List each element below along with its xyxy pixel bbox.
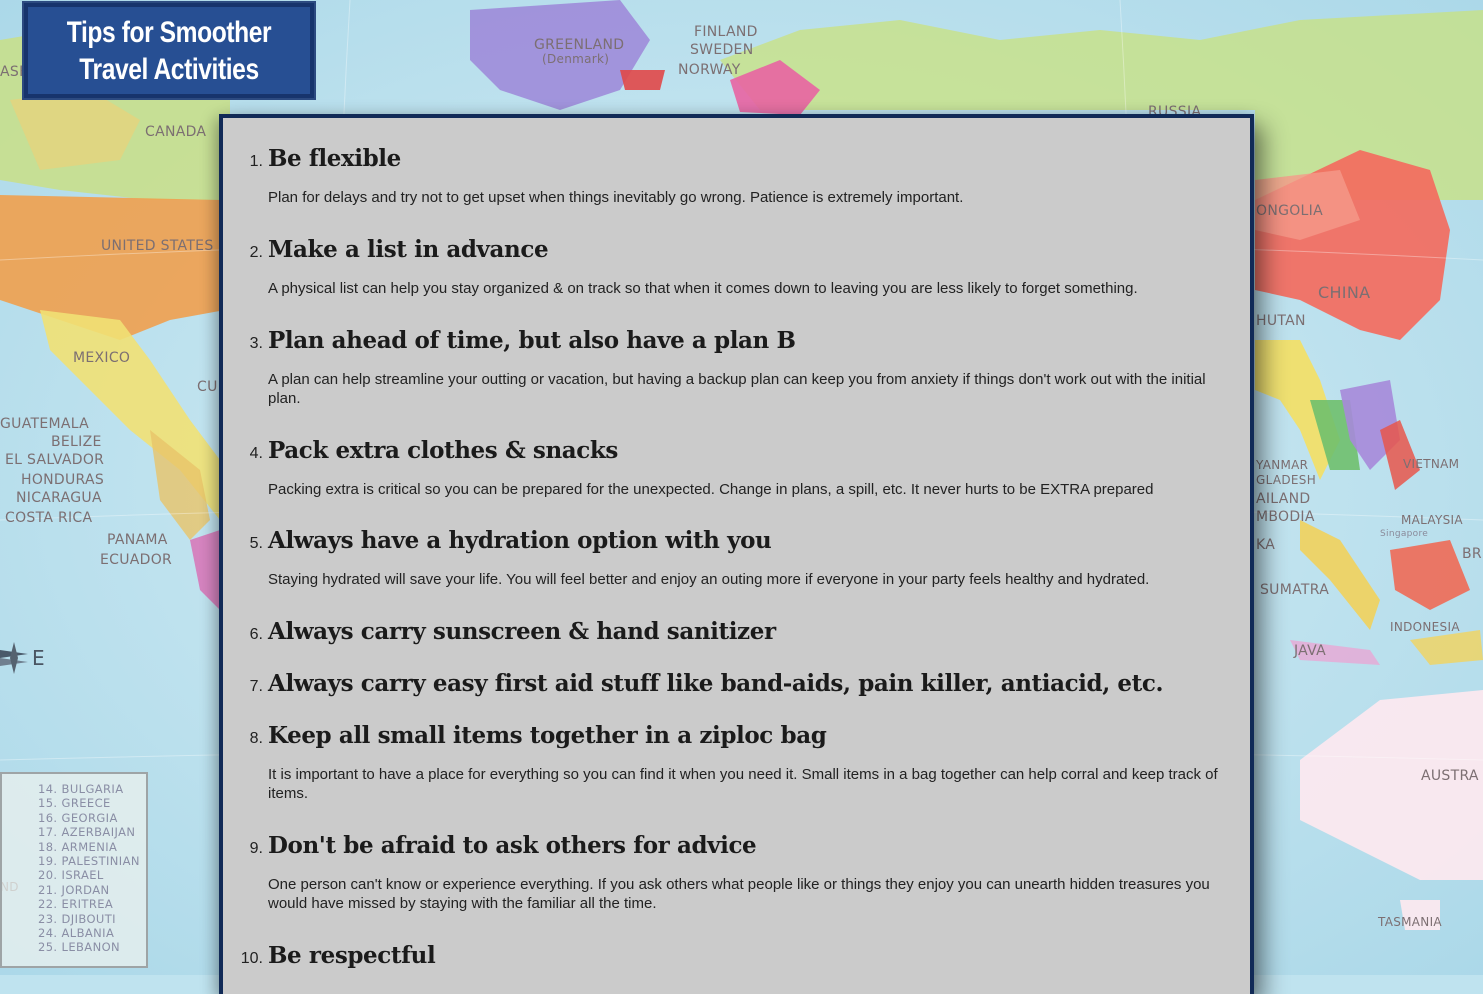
tip-number: 4. bbox=[249, 445, 263, 462]
map-label-norway: NORWAY bbox=[678, 62, 741, 78]
tip-title: Plan ahead of time, but also have a plan… bbox=[268, 327, 796, 354]
title-line-1: Tips for Smoother bbox=[66, 15, 272, 49]
tip-number: 5. bbox=[249, 535, 263, 552]
map-label-australia: AUSTRA bbox=[1421, 768, 1479, 784]
map-label-malaysia: MALAYSIA bbox=[1401, 513, 1463, 527]
tip-title: Always carry easy first aid stuff like b… bbox=[268, 670, 1164, 697]
map-label-sri-lanka: KA bbox=[1256, 537, 1276, 553]
map-label-greenland: GREENLAND bbox=[534, 37, 625, 53]
tip-title: Pack extra clothes & snacks bbox=[268, 437, 618, 464]
legend-item: 18. ARMENIA bbox=[38, 839, 118, 854]
tip-number: 1. bbox=[249, 153, 263, 170]
tip-description: It is important to have a place for ever… bbox=[268, 766, 1218, 802]
map-label-sweden: SWEDEN bbox=[690, 42, 754, 58]
title-line-2: Travel Activities bbox=[79, 52, 259, 86]
map-label-belize: BELIZE bbox=[51, 434, 102, 450]
legend-item: 20. ISRAEL bbox=[38, 868, 104, 883]
map-label-singapore: Singapore bbox=[1380, 529, 1429, 539]
map-label-myanmar: YANMAR bbox=[1256, 458, 1309, 472]
tip-number: 7. bbox=[249, 678, 263, 695]
tip-number: 6. bbox=[249, 626, 263, 643]
tip-title: Keep all small items together in a ziplo… bbox=[268, 722, 827, 749]
tip-description: Packing extra is critical so you can be … bbox=[268, 481, 1154, 498]
map-legend: 14. BULGARIA 15. GREECE 16. GEORGIA 17. AZE… bbox=[0, 772, 148, 968]
map-label-indonesia: INDONESIA bbox=[1390, 620, 1460, 634]
map-label-thailand: AILAND bbox=[1256, 491, 1311, 507]
map-label-bhutan: HUTAN bbox=[1256, 313, 1306, 329]
compass-icon: E bbox=[0, 630, 45, 686]
tip-title: Be respectful bbox=[268, 942, 436, 969]
map-label-mongolia: ONGOLIA bbox=[1256, 203, 1323, 219]
tip-description: Staying hydrated will save your life. Yo… bbox=[268, 571, 1150, 588]
legend-item: 16. GEORGIA bbox=[38, 810, 118, 825]
map-label-brunei: BRU bbox=[1462, 546, 1483, 562]
title-badge: Tips for Smoother Travel Activities bbox=[22, 1, 316, 100]
legend-item: 15. GREECE bbox=[38, 796, 111, 811]
map-label-bangladesh: GLADESH bbox=[1256, 473, 1317, 487]
map-label-cuba: CU bbox=[197, 379, 218, 395]
map-label-canada: CANADA bbox=[145, 124, 207, 140]
tip-description: A plan can help streamline your outting … bbox=[268, 371, 1206, 407]
tip-number: 9. bbox=[249, 840, 263, 857]
tip-title: Always have a hydration option with you bbox=[268, 527, 772, 554]
tip-description: One person can't know or experience ever… bbox=[268, 876, 1210, 912]
map-legend-list: 14. BULGARIA 15. GREECE 16. GEORGIA 17. AZE… bbox=[38, 782, 140, 955]
compass-east-label: E bbox=[32, 646, 45, 670]
tip-number: 2. bbox=[249, 244, 263, 261]
tip-title: Be flexible bbox=[268, 145, 401, 172]
map-label-honduras: HONDURAS bbox=[21, 472, 105, 488]
tip-title: Don't be afraid to ask others for advice bbox=[268, 832, 757, 859]
map-label-nicaragua: NICARAGUA bbox=[16, 490, 102, 506]
legend-item: 25. LEBANON bbox=[38, 940, 121, 955]
map-label-mexico: MEXICO bbox=[73, 350, 131, 366]
map-label-denmark: (Denmark) bbox=[542, 52, 610, 66]
tip-number: 3. bbox=[249, 335, 263, 352]
tip-number: 10. bbox=[240, 950, 263, 967]
map-label-vietnam: VIETNAM bbox=[1403, 457, 1460, 471]
tip-description: Plan for delays and try not to get upset… bbox=[268, 189, 964, 206]
legend-item: 17. AZERBAIJAN bbox=[38, 825, 136, 840]
legend-item: 23. DJIBOUTI bbox=[38, 911, 116, 926]
map-label-costa-rica: COSTA RICA bbox=[5, 510, 93, 526]
tip-title: Make a list in advance bbox=[268, 236, 549, 263]
tip-title: Always carry sunscreen & hand sanitizer bbox=[268, 618, 776, 645]
tip-number: 8. bbox=[249, 730, 263, 747]
tips-panel: 1. Be flexible Plan for delays and try not… bbox=[219, 114, 1254, 994]
legend-item: 14. BULGARIA bbox=[38, 782, 124, 796]
map-label-el-salvador: EL SALVADOR bbox=[5, 452, 105, 468]
map-label-ecuador: ECUADOR bbox=[100, 552, 173, 568]
map-label-tasmania: TASMANIA bbox=[1378, 915, 1442, 929]
map-label-china: CHINA bbox=[1318, 283, 1371, 302]
tip-description: A physical list can help you stay organi… bbox=[268, 280, 1138, 297]
map-label-panama: PANAMA bbox=[107, 532, 168, 548]
legend-item: 21. JORDAN bbox=[38, 882, 110, 897]
map-label-united-states: UNITED STATES bbox=[101, 238, 214, 254]
legend-item: 22. ERITREA bbox=[38, 897, 114, 912]
legend-item: 19. PALESTINIAN bbox=[38, 854, 140, 869]
map-label-sumatra: SUMATRA bbox=[1260, 582, 1330, 598]
map-label-guatemala: GUATEMALA bbox=[0, 416, 90, 432]
map-label-cambodia: MBODIA bbox=[1256, 509, 1315, 525]
legend-item: 24. ALBANIA bbox=[38, 926, 115, 941]
map-label-finland: FINLAND bbox=[694, 24, 758, 40]
map-label-java: JAVA bbox=[1294, 643, 1327, 659]
